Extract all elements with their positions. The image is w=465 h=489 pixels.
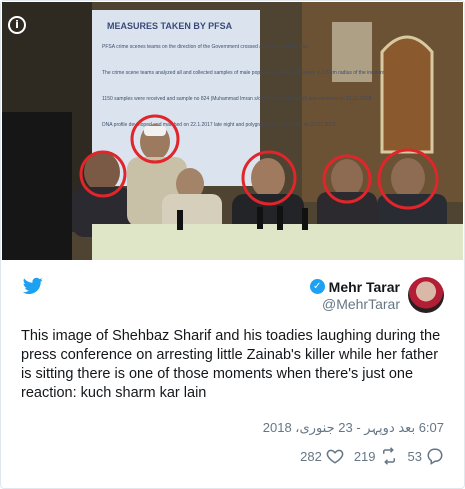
info-icon[interactable]: i — [8, 16, 26, 34]
retweet-button[interactable]: 219 — [354, 447, 398, 465]
avatar[interactable] — [408, 277, 444, 313]
twitter-bird-icon[interactable] — [23, 277, 43, 295]
verified-badge-icon: ✓ — [309, 279, 325, 294]
reply-icon — [427, 448, 443, 465]
author-name[interactable]: Mehr Tarar — [329, 279, 400, 295]
tweet-actions: 282 219 53 — [300, 447, 444, 465]
tweet-text: This image of Shehbaz Sharif and his toa… — [21, 328, 441, 401]
tweet-timestamp[interactable]: 6:07 بعد دوپہر - 23 جنوری، 2018 — [263, 420, 444, 436]
slide-line: 1150 samples were received and sample no… — [102, 96, 371, 102]
tweet-photo[interactable]: MEASURES TAKEN BY PFSA PFSA crime scenes… — [2, 2, 463, 260]
slide-title: MEASURES TAKEN BY PFSA — [107, 21, 233, 31]
slide-line: The crime scene teams analyzed all and c… — [102, 70, 385, 76]
retweet-count: 219 — [353, 448, 376, 464]
retweet-icon — [382, 447, 395, 465]
slide-line: PFSA crime scenes teams on the direction… — [102, 44, 309, 50]
press-conference-image: MEASURES TAKEN BY PFSA PFSA crime scenes… — [2, 2, 463, 260]
author-profile[interactable]: ✓ Mehr Tarar @MehrTarar — [309, 275, 444, 315]
reply-button[interactable]: 53 — [408, 447, 444, 465]
tweet-card: MEASURES TAKEN BY PFSA PFSA crime scenes… — [0, 0, 465, 489]
like-count: 282 — [300, 448, 322, 464]
author-handle[interactable]: @MehrTarar — [310, 296, 400, 312]
reply-count: 53 — [407, 448, 422, 464]
like-button[interactable]: 282 — [300, 447, 344, 465]
heart-icon — [326, 449, 344, 464]
